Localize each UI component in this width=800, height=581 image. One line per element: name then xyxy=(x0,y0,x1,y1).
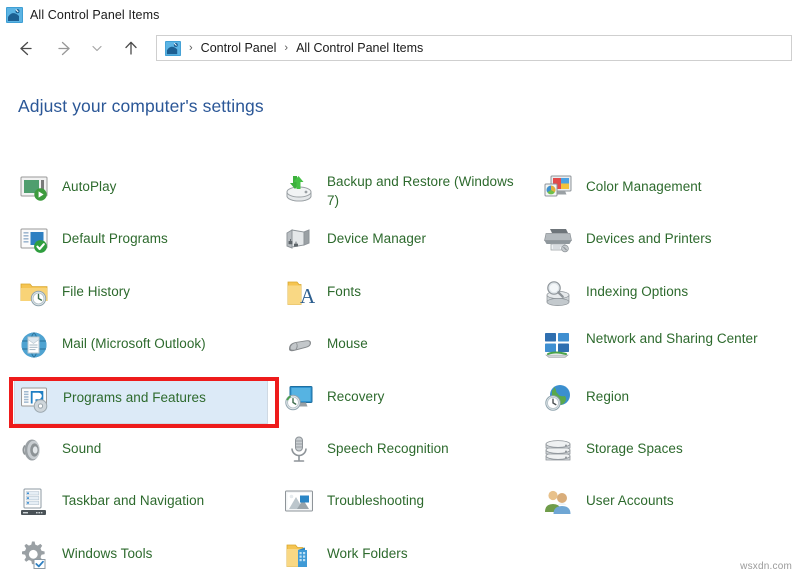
control-panel-item-label: Region xyxy=(586,382,629,406)
control-panel-item[interactable]: Backup and Restore (Windows 7) xyxy=(279,168,533,214)
control-panel-item-label: Taskbar and Navigation xyxy=(62,486,204,510)
control-panel-item[interactable]: Speech Recognition xyxy=(279,430,533,476)
control-panel-item[interactable]: Device Manager xyxy=(279,220,533,266)
indexing-options-icon xyxy=(542,277,574,309)
breadcrumb-item-control-panel[interactable]: Control Panel xyxy=(201,41,277,55)
watermark: wsxdn.com xyxy=(740,561,792,572)
control-panel-item-label: Fonts xyxy=(327,277,361,301)
control-panel-item-label: Recovery xyxy=(327,382,384,406)
control-panel-item-label: Speech Recognition xyxy=(327,434,449,458)
control-panel-item-label: AutoPlay xyxy=(62,172,116,196)
mouse-icon xyxy=(283,329,315,361)
control-panel-item[interactable]: Mail (Microsoft Outlook) xyxy=(14,325,268,371)
control-panel-item[interactable]: Default Programs xyxy=(14,220,268,266)
network-sharing-icon xyxy=(542,329,574,361)
back-arrow-icon[interactable] xyxy=(10,33,40,63)
control-panel-item[interactable]: Storage Spaces xyxy=(538,430,792,476)
up-arrow-icon[interactable] xyxy=(116,33,146,63)
control-panel-item-label: Indexing Options xyxy=(586,277,688,301)
control-panel-item-label: Backup and Restore (Windows 7) xyxy=(327,172,529,210)
troubleshooting-icon xyxy=(283,486,315,518)
control-panel-item[interactable]: Work Folders xyxy=(279,535,533,581)
window-title-text: All Control Panel Items xyxy=(30,8,159,22)
control-panel-item[interactable]: Devices and Printers xyxy=(538,220,792,266)
control-panel-item-label: Mouse xyxy=(327,329,368,353)
storage-spaces-icon xyxy=(542,434,574,466)
control-panel-item-label: Programs and Features xyxy=(63,383,206,407)
control-panel-item-label: Sound xyxy=(62,434,101,458)
control-panel-icon xyxy=(6,7,23,23)
control-panel-item[interactable]: Windows Tools xyxy=(14,535,268,581)
control-panel-item[interactable]: Region xyxy=(538,378,792,424)
region-icon xyxy=(542,382,574,414)
control-panel-item[interactable]: A Fonts xyxy=(279,273,533,319)
control-panel-item[interactable]: Indexing Options xyxy=(538,273,792,319)
control-panel-icon xyxy=(165,41,181,56)
control-panel-item[interactable]: AutoPlay xyxy=(14,168,268,214)
forward-arrow-icon[interactable] xyxy=(50,33,80,63)
window-title-bar: All Control Panel Items xyxy=(0,0,800,30)
control-panel-item[interactable]: Troubleshooting xyxy=(279,482,533,528)
control-panel-item[interactable]: Programs and Features xyxy=(14,378,268,424)
recovery-icon xyxy=(283,382,315,414)
sound-icon xyxy=(18,434,50,466)
breadcrumb-separator: › xyxy=(189,42,193,54)
control-panel-item-label: Devices and Printers xyxy=(586,224,712,248)
mail-icon xyxy=(18,329,50,361)
control-panel-item[interactable]: Sound xyxy=(14,430,268,476)
devices-printers-icon xyxy=(542,224,574,256)
speech-recognition-icon xyxy=(283,434,315,466)
user-accounts-icon xyxy=(542,486,574,518)
control-panel-item-label: Storage Spaces xyxy=(586,434,683,458)
control-panel-item[interactable]: Mouse xyxy=(279,325,533,371)
control-panel-item-label: File History xyxy=(62,277,130,301)
taskbar-navigation-icon xyxy=(18,486,50,518)
control-panel-item-label: Work Folders xyxy=(327,539,408,563)
control-panel-item-label: Default Programs xyxy=(62,224,168,248)
control-panel-item-label: Color Management xyxy=(586,172,702,196)
default-programs-icon xyxy=(18,224,50,256)
control-panel-item-label: Network and Sharing Center xyxy=(586,329,758,348)
control-panel-item[interactable]: Recovery xyxy=(279,378,533,424)
windows-tools-icon xyxy=(18,539,50,571)
page-title: Adjust your computer's settings xyxy=(18,96,264,117)
breadcrumb-item-all-control-panel-items[interactable]: All Control Panel Items xyxy=(296,41,423,55)
control-panel-item-label: Mail (Microsoft Outlook) xyxy=(62,329,206,353)
recent-locations-chevron-icon[interactable] xyxy=(86,33,108,63)
navigation-toolbar: › Control Panel › All Control Panel Item… xyxy=(0,30,800,66)
control-panel-item[interactable]: Taskbar and Navigation xyxy=(14,482,268,528)
address-bar[interactable]: › Control Panel › All Control Panel Item… xyxy=(156,35,792,61)
control-panel-item[interactable]: File History xyxy=(14,273,268,319)
color-management-icon xyxy=(542,172,574,204)
file-history-icon xyxy=(18,277,50,309)
control-panel-item[interactable]: User Accounts xyxy=(538,482,792,528)
work-folders-icon xyxy=(283,539,315,571)
control-panel-item-label: Windows Tools xyxy=(62,539,152,563)
device-manager-icon xyxy=(283,224,315,256)
fonts-icon: A xyxy=(283,277,315,309)
control-panel-item-label: User Accounts xyxy=(586,486,674,510)
programs-and-features-icon xyxy=(19,383,51,415)
control-panel-item[interactable]: Color Management xyxy=(538,168,792,214)
backup-restore-icon xyxy=(283,172,315,204)
control-panel-item-label: Device Manager xyxy=(327,224,426,248)
control-panel-item[interactable]: Network and Sharing Center xyxy=(538,325,792,371)
control-panel-item-label: Troubleshooting xyxy=(327,486,424,510)
breadcrumb-separator: › xyxy=(284,42,288,54)
svg-text:A: A xyxy=(300,284,315,308)
autoplay-icon xyxy=(18,172,50,204)
